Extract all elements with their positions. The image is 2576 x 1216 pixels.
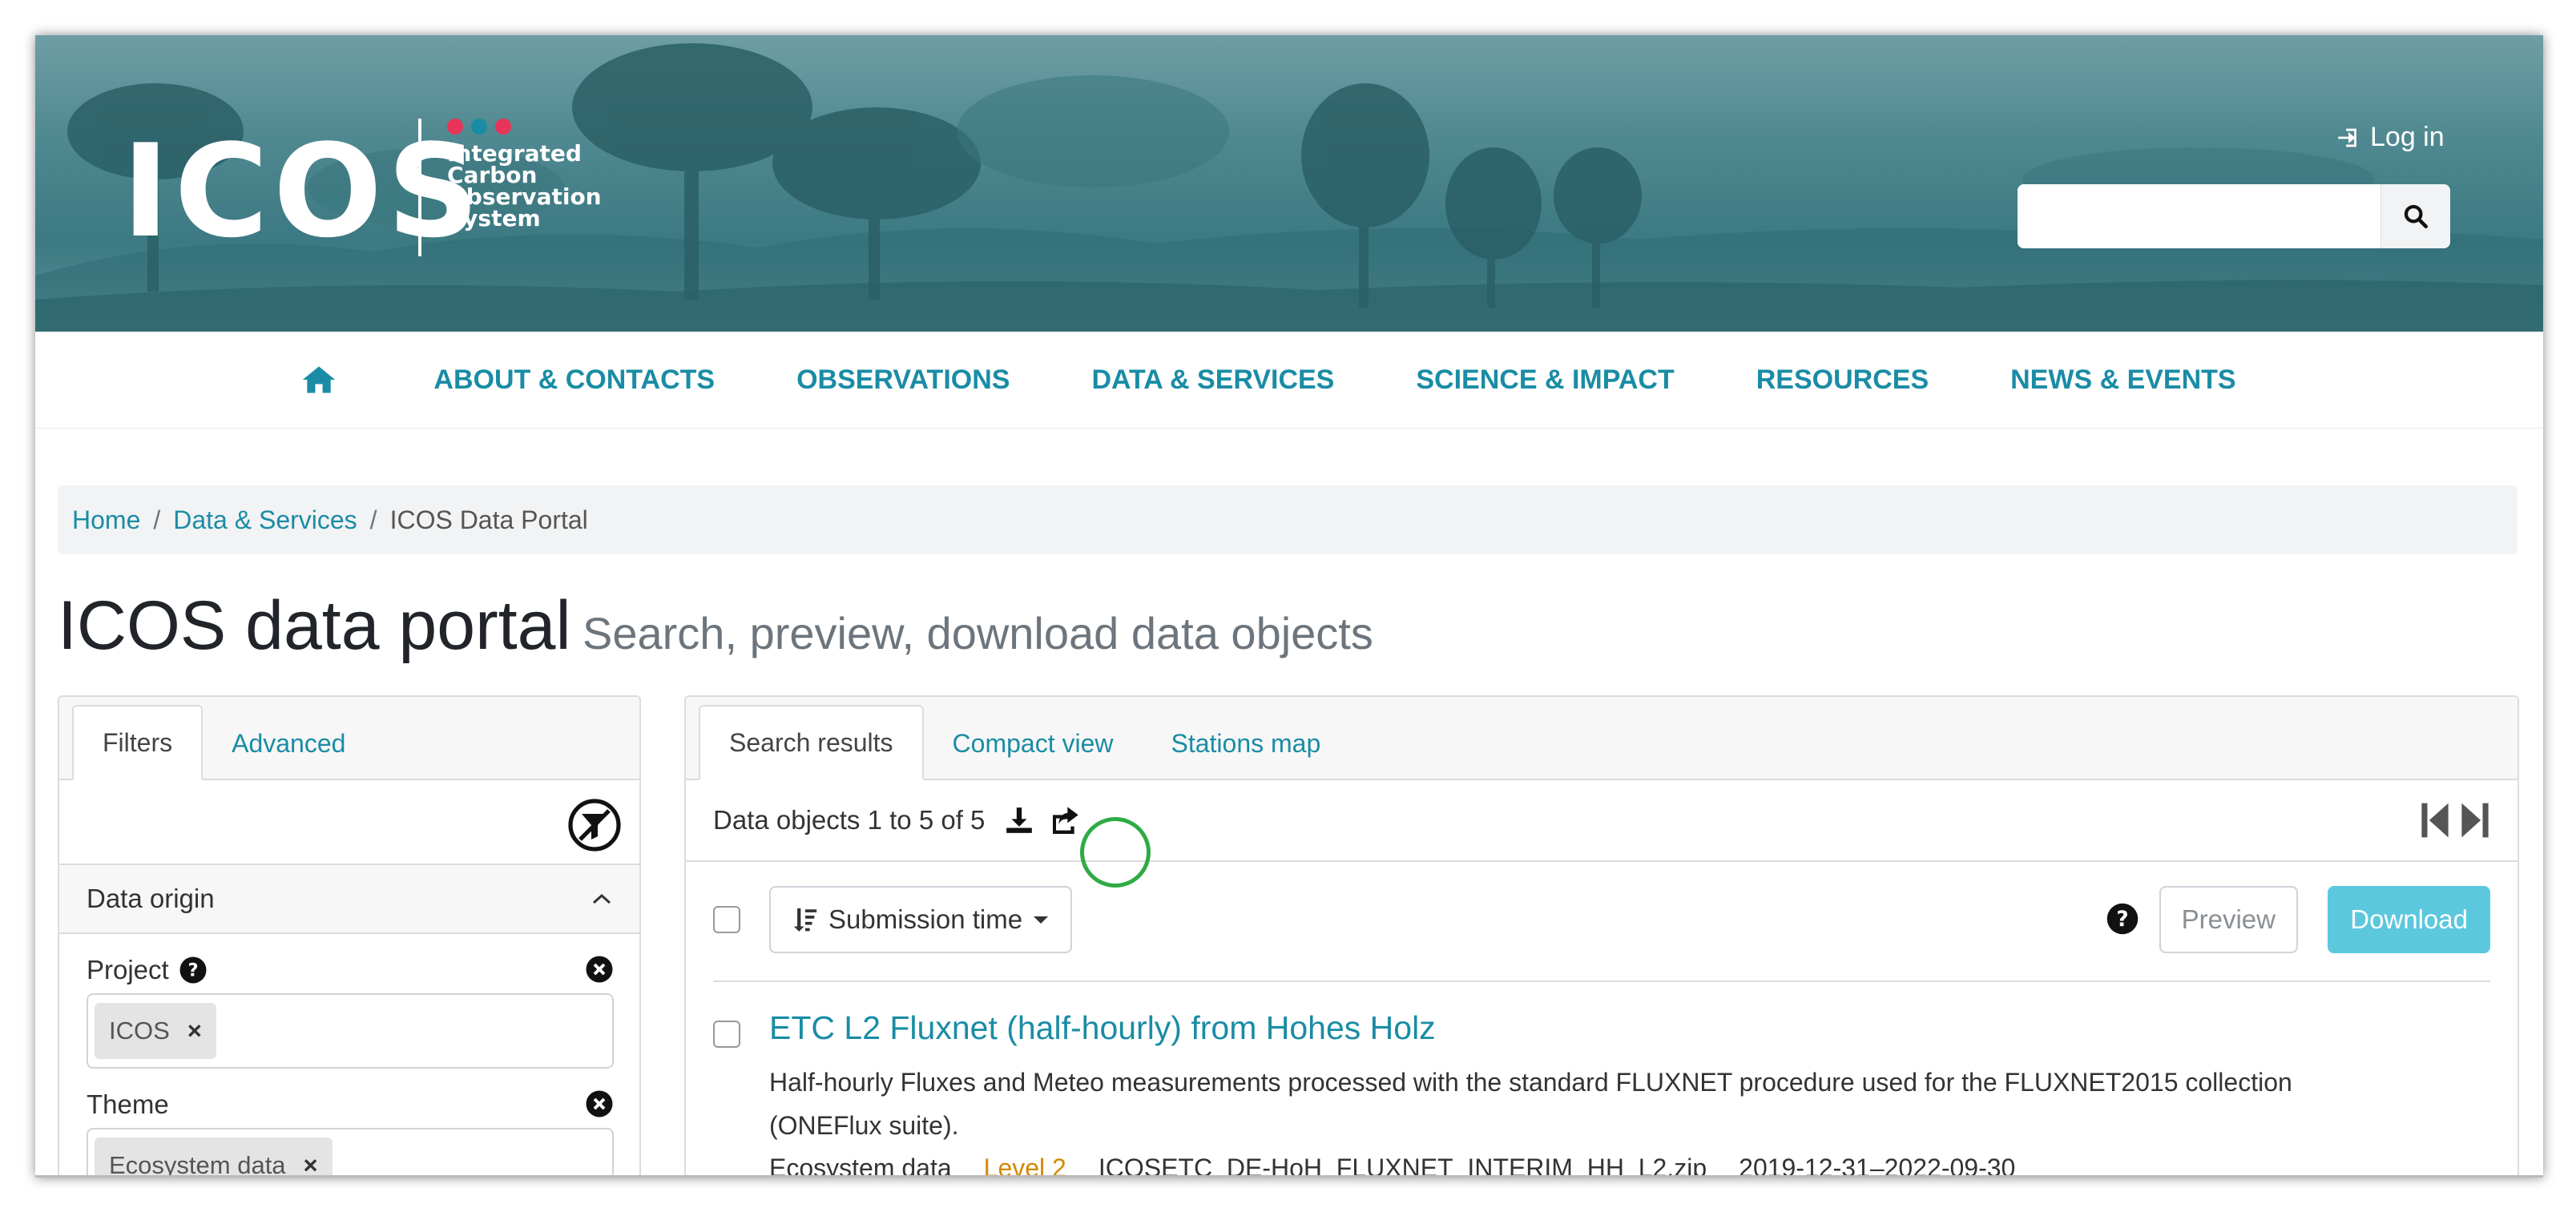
results-tabs: Search results Compact view Stations map (686, 697, 2518, 780)
sort-dropdown[interactable]: Submission time (769, 886, 1073, 953)
nav-about-contacts[interactable]: ABOUT & CONTACTS (433, 364, 715, 396)
page-subheading: Search, preview, download data objects (583, 608, 1373, 658)
logo-dots (447, 119, 511, 135)
nav-science-impact[interactable]: SCIENCE & IMPACT (1416, 364, 1674, 396)
breadcrumb-current: ICOS Data Portal (389, 505, 588, 534)
project-select[interactable]: ICOS × (87, 993, 614, 1069)
result-checkbox[interactable] (713, 1021, 740, 1048)
nav-observations[interactable]: OBSERVATIONS (796, 364, 1010, 396)
result-level: Level 2 (983, 1154, 1066, 1178)
page-heading: ICOS data portal (58, 587, 571, 664)
breadcrumb-data-services[interactable]: Data & Services (173, 505, 357, 535)
logo-subtitle-line: Observation (447, 183, 602, 210)
logo-subtitle: Integrated Carbon Observation System (447, 140, 602, 232)
frame-edge (35, 1175, 2543, 1178)
logo-wordmark: ICOS (122, 116, 485, 266)
logo-divider (418, 119, 421, 256)
theme-clear-button[interactable] (585, 1089, 614, 1122)
previous-page-icon[interactable] (2420, 801, 2450, 840)
header-banner: ICOS Integrated Carbon Observation Syste… (35, 35, 2543, 332)
home-nav-link[interactable] (301, 364, 337, 395)
nav-news-events[interactable]: NEWS & EVENTS (2010, 364, 2235, 396)
caret-down-icon (1034, 916, 1049, 924)
login-link[interactable]: Log in (2335, 122, 2445, 153)
theme-label-text: Theme (87, 1089, 169, 1119)
results-count: Data objects 1 to 5 of 5 (713, 805, 986, 835)
site-search-button[interactable] (2380, 184, 2450, 248)
filter-reset-icon (568, 799, 621, 852)
results-toolbar: Submission time ? Preview Download (713, 886, 2490, 953)
theme-chip-label: Ecosystem data (109, 1151, 286, 1178)
project-chip: ICOS × (95, 1003, 216, 1059)
logo-subtitle-line: Integrated (447, 140, 582, 167)
breadcrumb-separator: / (153, 505, 161, 534)
project-chip-remove[interactable]: × (187, 1017, 202, 1045)
tab-compact-view[interactable]: Compact view (924, 708, 1143, 779)
theme-filter-label: Theme (87, 1089, 169, 1120)
result-description: Half-hourly Fluxes and Meteo measurement… (769, 1068, 2292, 1140)
reset-filters-button[interactable] (567, 798, 622, 856)
data-origin-section-header[interactable]: Data origin (59, 864, 639, 934)
browser-page: ICOS Integrated Carbon Observation Syste… (35, 35, 2543, 1178)
data-origin-title: Data origin (87, 884, 215, 913)
results-panel: Search results Compact view Stations map… (684, 695, 2519, 1178)
result-filename: ICOSETC_DE-HoH_FLUXNET_INTERIM_HH_L2.zip (1098, 1154, 1707, 1178)
next-page-icon[interactable] (2460, 801, 2490, 840)
breadcrumb: Home / Data & Services / ICOS Data Porta… (58, 485, 2518, 554)
theme-chip-remove[interactable]: × (304, 1151, 318, 1178)
result-theme: Ecosystem data (769, 1154, 952, 1178)
result-title-link[interactable]: ETC L2 Fluxnet (half-hourly) from Hohes … (769, 1009, 1436, 1047)
download-list-icon[interactable] (1004, 805, 1034, 835)
theme-chip: Ecosystem data × (95, 1137, 333, 1178)
svg-text:?: ? (2116, 908, 2128, 932)
clear-circle-icon (586, 956, 613, 983)
theme-select[interactable]: Ecosystem data × (87, 1128, 614, 1178)
svg-text:?: ? (187, 960, 198, 981)
project-filter-label: Project ? (87, 955, 208, 985)
breadcrumb-separator: / (369, 505, 377, 534)
logo-subtitle-line: System (447, 205, 541, 232)
results-divider (713, 980, 2490, 982)
home-icon (303, 366, 336, 393)
logo-dot-pink (447, 119, 463, 135)
results-actions (1004, 805, 1081, 835)
download-button[interactable]: Download (2328, 886, 2490, 953)
site-search (2018, 184, 2450, 248)
search-icon (2404, 204, 2429, 229)
logo-subtitle-line: Carbon (447, 162, 538, 188)
breadcrumb-home[interactable]: Home (72, 505, 140, 535)
nav-resources[interactable]: RESOURCES (1756, 364, 1929, 396)
filter-tabs: Filters Advanced (59, 697, 639, 780)
project-chip-label: ICOS (109, 1017, 170, 1045)
tab-advanced[interactable]: Advanced (203, 708, 374, 779)
result-metadata: Ecosystem data Level 2 ICOSETC_DE-HoH_FL… (769, 1154, 2015, 1178)
login-label: Log in (2370, 122, 2445, 152)
result-date-range: 2019-12-31–2022-09-30 (1739, 1154, 2016, 1178)
preview-button[interactable]: Preview (2159, 886, 2298, 953)
help-icon: ? (2106, 903, 2139, 935)
pagination (2420, 801, 2490, 840)
tab-stations-map[interactable]: Stations map (1142, 708, 1349, 779)
results-count-bar: Data objects 1 to 5 of 5 (686, 780, 2518, 862)
sort-label: Submission time (828, 904, 1023, 934)
sort-icon (793, 908, 817, 932)
clear-circle-icon (586, 1090, 613, 1117)
tab-filters[interactable]: Filters (72, 705, 204, 780)
project-label-text: Project (87, 955, 169, 984)
site-search-input[interactable] (2018, 184, 2380, 248)
main-nav: ABOUT & CONTACTS OBSERVATIONS DATA & SER… (35, 332, 2543, 429)
project-clear-button[interactable] (585, 955, 614, 988)
logo-dot-pink-2 (495, 119, 511, 135)
share-icon[interactable] (1049, 805, 1081, 835)
select-all-checkbox[interactable] (713, 906, 740, 933)
chevron-up-icon (592, 893, 611, 904)
download-help-button[interactable]: ? (2106, 902, 2139, 940)
nav-data-services[interactable]: DATA & SERVICES (1091, 364, 1334, 396)
logo-dot-teal (471, 119, 487, 135)
sign-in-icon (2338, 128, 2356, 147)
tab-search-results[interactable]: Search results (699, 705, 924, 780)
help-icon[interactable]: ? (179, 956, 208, 984)
filter-panel: Filters Advanced Data origin Project ? I… (58, 695, 641, 1178)
page-title: ICOS data portal Search, preview, downlo… (58, 586, 1373, 666)
